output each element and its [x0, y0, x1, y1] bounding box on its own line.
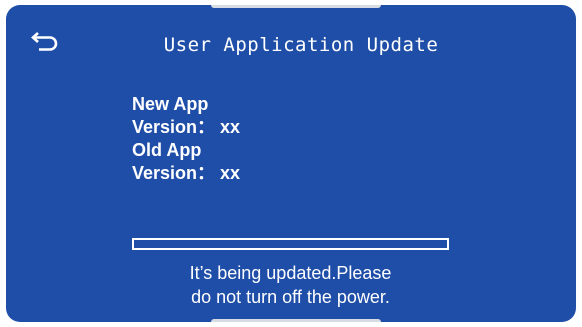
- new-app-label: New App: [132, 94, 209, 114]
- new-app-version: Version： xx: [132, 117, 241, 137]
- bezel-notch-top: [211, 5, 381, 8]
- old-app-version: Version： xx: [132, 163, 241, 183]
- update-progress-bar: [132, 238, 449, 250]
- old-app-label: Old App: [132, 140, 202, 160]
- status-line-1: It’s being updated.Please: [189, 263, 392, 283]
- status-message: It’s being updated.Please do not turn of…: [132, 261, 449, 309]
- status-line-2: do not turn off the power.: [191, 287, 390, 307]
- version-info: New App Version： xx Old App Version： xx: [132, 93, 240, 185]
- bezel-notch-bottom: [211, 319, 381, 322]
- update-screen: User Application Update New App Version：…: [6, 5, 576, 322]
- page-title: User Application Update: [163, 34, 439, 56]
